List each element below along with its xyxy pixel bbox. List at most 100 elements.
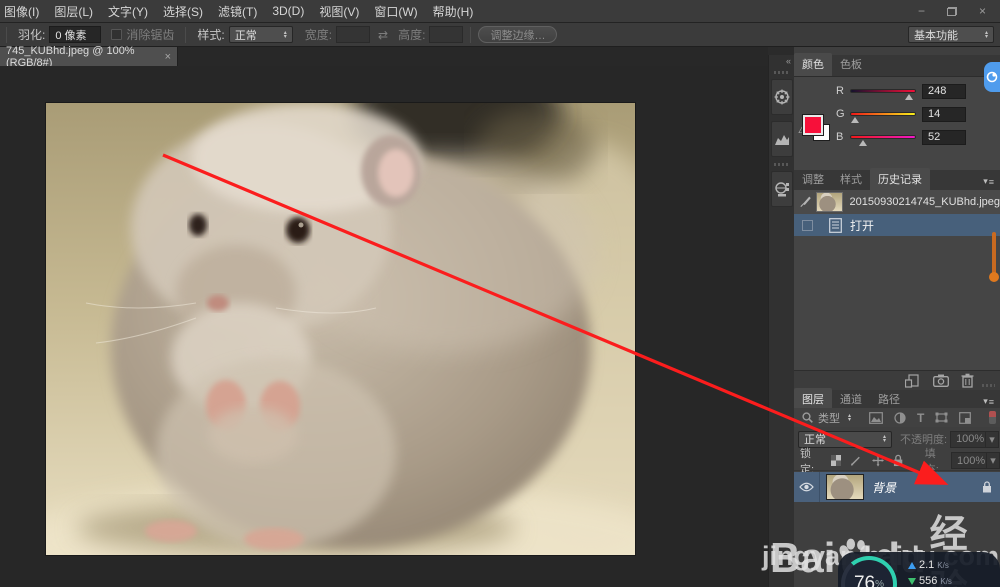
- lock-transparency-button[interactable]: [831, 455, 842, 466]
- filter-type-layers-icon[interactable]: T: [917, 411, 924, 425]
- tab-color[interactable]: 颜色: [794, 53, 832, 76]
- channel-b-slider[interactable]: [850, 135, 916, 146]
- tab-history[interactable]: 历史记录: [870, 168, 930, 191]
- workspace-select[interactable]: 基本功能 ▴ ▾: [908, 26, 994, 43]
- menu-item-layer[interactable]: 图层(L): [54, 3, 93, 20]
- filter-on-off-toggle[interactable]: [989, 411, 996, 424]
- width-input[interactable]: [336, 26, 371, 43]
- filter-pixel-layers-icon[interactable]: [869, 411, 883, 424]
- delete-state-button[interactable]: [961, 373, 974, 388]
- panel-gripper[interactable]: [774, 71, 790, 74]
- history-snapshot-row[interactable]: 20150930214745_KUBhd.jpeg: [794, 190, 1000, 214]
- channel-b-value[interactable]: 52: [922, 129, 966, 145]
- thermometer-slider[interactable]: [992, 232, 996, 276]
- filter-kind-select[interactable]: 类型: [818, 410, 840, 426]
- updown-arrows-icon: ▴ ▾: [848, 412, 852, 423]
- layer-name[interactable]: 背景: [872, 479, 896, 496]
- history-list-empty[interactable]: [794, 236, 1000, 370]
- style-select[interactable]: 正常 ▴ ▾: [228, 26, 293, 43]
- divider: [470, 26, 472, 43]
- refine-edge-button[interactable]: 调整边缘…: [478, 26, 558, 43]
- history-state-row[interactable]: 打开: [794, 214, 1000, 236]
- layer-filter-row: 类型 ▴ ▾ T: [794, 408, 1000, 427]
- height-label: 高度:: [398, 28, 426, 42]
- tool-options-bar: 羽化: 0 像素 消除锯齿 样式: 正常 ▴ ▾ 宽度: ⇄ 高度: 调整边缘… …: [0, 23, 1000, 47]
- menu-item-select[interactable]: 选择(S): [163, 3, 203, 20]
- menu-item-image[interactable]: 图像(I): [4, 3, 39, 20]
- expand-panels-icon[interactable]: «: [786, 56, 791, 66]
- menu-item-type[interactable]: 文字(Y): [108, 3, 148, 20]
- new-doc-from-state-button[interactable]: [905, 374, 920, 388]
- visibility-eye-icon[interactable]: [799, 482, 814, 492]
- document-tab-title: 745_KUBhd.jpeg @ 100%(RGB/8#): [6, 44, 135, 69]
- antialias-checkbox[interactable]: [111, 29, 123, 40]
- channel-g-thumb[interactable]: [851, 117, 859, 123]
- collapsed-panel-strip: «: [768, 55, 794, 587]
- antialias-label: 消除锯齿: [126, 28, 175, 42]
- opacity-input[interactable]: 100%: [950, 430, 987, 448]
- filter-adjustment-layers-icon[interactable]: [894, 411, 906, 424]
- close-button[interactable]: ×: [979, 4, 986, 18]
- feather-input[interactable]: 0 像素: [49, 26, 102, 43]
- upload-unit: K/s: [937, 560, 949, 570]
- width-label: 宽度:: [304, 28, 333, 42]
- height-input[interactable]: [429, 26, 464, 43]
- fill-input[interactable]: 100%: [951, 452, 988, 469]
- thermometer-dot[interactable]: [989, 272, 999, 282]
- histogram-panel-icon[interactable]: [771, 121, 793, 157]
- menu-item-help[interactable]: 帮助(H): [433, 3, 474, 20]
- hamster-photo[interactable]: [46, 103, 635, 555]
- style-value: 正常: [234, 29, 257, 42]
- menu-item-3d[interactable]: 3D(D): [272, 4, 304, 18]
- filter-shape-layers-icon[interactable]: [935, 412, 948, 423]
- channel-r-thumb[interactable]: [905, 94, 913, 100]
- fill-dropdown-icon[interactable]: ▾: [987, 452, 1000, 469]
- canvas-area[interactable]: [0, 66, 768, 587]
- menu-item-filter[interactable]: 滤镜(T): [218, 3, 257, 20]
- tab-close-icon[interactable]: ×: [165, 51, 171, 63]
- swap-dimensions-icon[interactable]: ⇄: [378, 28, 388, 42]
- new-snapshot-button[interactable]: [933, 374, 949, 387]
- channel-b-label: B: [836, 131, 844, 143]
- lock-pixels-brush-button[interactable]: [850, 454, 862, 467]
- percent-unit: %: [875, 578, 885, 587]
- history-source-checkbox[interactable]: [802, 219, 813, 231]
- restore-button[interactable]: [946, 6, 957, 16]
- blue-app-icon[interactable]: [984, 62, 1000, 92]
- tab-adjustments[interactable]: 调整: [794, 168, 832, 191]
- divider: [819, 472, 820, 502]
- blend-mode-row: 正常 ▴ ▾ 不透明度: 100% ▾: [794, 428, 1000, 450]
- upload-arrow-icon: [908, 561, 916, 569]
- resize-grip[interactable]: [982, 384, 995, 387]
- layer-thumbnail[interactable]: [826, 474, 864, 500]
- channel-r-value[interactable]: 248: [922, 83, 966, 99]
- foreground-swatch[interactable]: [802, 114, 824, 136]
- channel-g-label: G: [836, 108, 845, 120]
- menu-item-window[interactable]: 窗口(W): [374, 3, 417, 20]
- history-panel-menu-icon[interactable]: ▾ ≡: [983, 176, 994, 191]
- tab-styles[interactable]: 样式: [832, 168, 870, 191]
- channel-g-value[interactable]: 14: [922, 106, 966, 122]
- opacity-dropdown-icon[interactable]: ▾: [986, 430, 1000, 448]
- lock-all-button[interactable]: [893, 454, 903, 467]
- document-tab[interactable]: 745_KUBhd.jpeg @ 100%(RGB/8#) ×: [0, 44, 178, 69]
- search-icon: [802, 412, 813, 423]
- tab-swatches[interactable]: 色板: [832, 53, 870, 76]
- photoshop-window: 图像(I) 图层(L) 文字(Y) 选择(S) 滤镜(T) 3D(D) 视图(V…: [0, 0, 1000, 587]
- divider: [185, 26, 187, 43]
- channel-r-slider[interactable]: [850, 89, 916, 100]
- info-panel-icon[interactable]: [771, 171, 793, 207]
- hamster-illustration: [46, 103, 635, 555]
- panel-gripper[interactable]: [774, 163, 790, 166]
- percent-value: 76: [853, 573, 876, 587]
- filter-smart-objects-icon[interactable]: [959, 411, 972, 424]
- minimize-button[interactable]: −: [918, 4, 925, 18]
- navigator-panel-icon[interactable]: [771, 79, 793, 115]
- menu-bar: 图像(I) 图层(L) 文字(Y) 选择(S) 滤镜(T) 3D(D) 视图(V…: [0, 0, 1000, 23]
- menu-item-view[interactable]: 视图(V): [319, 3, 359, 20]
- channel-b-thumb[interactable]: [859, 140, 867, 146]
- feather-label: 羽化:: [18, 28, 46, 42]
- lock-position-button[interactable]: [871, 454, 884, 467]
- channel-g-slider[interactable]: [850, 112, 916, 123]
- layer-row-background[interactable]: 背景: [794, 472, 1000, 502]
